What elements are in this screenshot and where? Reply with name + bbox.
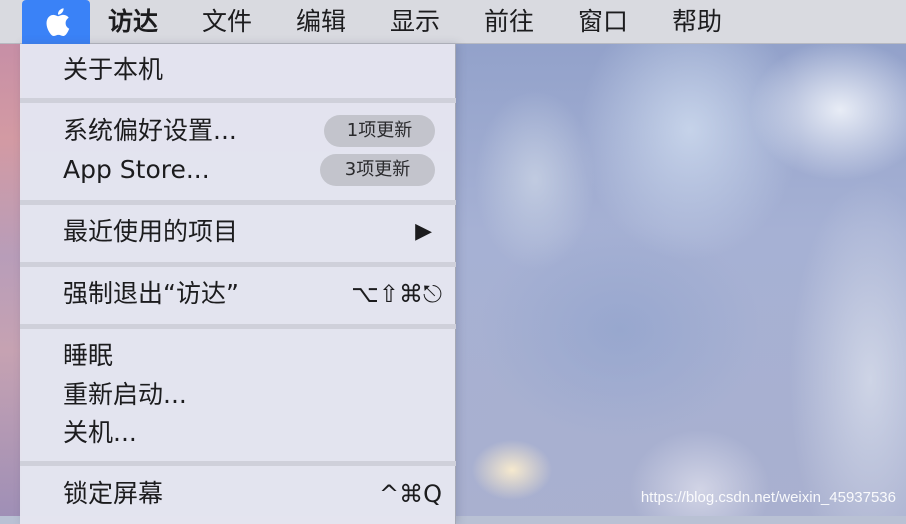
menubar-view[interactable]: 显示 <box>390 0 440 44</box>
menu-item-label: 关机... <box>63 418 137 447</box>
apple-menu-dropdown: 关于本机 系统偏好设置... 1项更新 App Store... 3项更新 最近… <box>20 44 456 524</box>
menu-item-label: 重新启动... <box>63 380 187 409</box>
menubar-help[interactable]: 帮助 <box>672 0 722 44</box>
menu-item-system-preferences[interactable]: 系统偏好设置... 1项更新 <box>20 112 456 150</box>
keyboard-shortcut: ^⌘Q <box>379 480 442 508</box>
menu-separator <box>20 262 456 267</box>
menubar-window[interactable]: 窗口 <box>578 0 628 44</box>
menu-item-force-quit[interactable]: 强制退出“访达” ⌥⇧⌘⎋ <box>20 275 456 313</box>
menubar-finder[interactable]: 访达 <box>108 0 158 44</box>
menu-item-label: 系统偏好设置... <box>63 116 237 145</box>
menubar-edit[interactable]: 编辑 <box>296 0 346 44</box>
menu-item-restart[interactable]: 重新启动... <box>20 376 456 414</box>
menu-item-app-store[interactable]: App Store... 3项更新 <box>20 151 456 189</box>
menu-item-label: 最近使用的项目 <box>63 217 239 246</box>
menu-item-label: 锁定屏幕 <box>63 479 164 508</box>
menu-item-lock-screen[interactable]: 锁定屏幕 ^⌘Q <box>20 475 456 513</box>
triangle-right-icon: ▶ <box>415 219 432 244</box>
menu-separator <box>20 200 456 205</box>
update-count-badge: 3项更新 <box>320 154 435 186</box>
menu-separator <box>20 324 456 329</box>
keyboard-shortcut: ⌥⇧⌘⎋ <box>351 280 442 308</box>
menu-item-shutdown[interactable]: 关机... <box>20 414 456 452</box>
menu-item-label: 睡眠 <box>63 341 114 370</box>
menu-item-about[interactable]: 关于本机 <box>20 51 456 89</box>
menu-item-label: 关于本机 <box>63 55 164 84</box>
menu-separator <box>20 461 456 466</box>
menu-item-label: App Store... <box>63 155 210 184</box>
watermark-url: https://blog.csdn.net/weixin_45937536 <box>640 489 896 506</box>
menubar-file[interactable]: 文件 <box>202 0 252 44</box>
menu-separator <box>20 98 456 103</box>
menubar-go[interactable]: 前往 <box>484 0 534 44</box>
menu-bar: 访达 文件 编辑 显示 前往 窗口 帮助 <box>0 0 906 44</box>
desktop-edge <box>0 44 22 516</box>
menu-item-sleep[interactable]: 睡眠 <box>20 337 456 375</box>
menu-item-label: 强制退出“访达” <box>63 279 239 308</box>
apple-menu-button[interactable] <box>22 0 90 44</box>
update-count-badge: 1项更新 <box>324 115 435 147</box>
menu-item-recent-items[interactable]: 最近使用的项目 ▶ <box>20 213 456 251</box>
apple-logo-icon <box>46 8 70 37</box>
